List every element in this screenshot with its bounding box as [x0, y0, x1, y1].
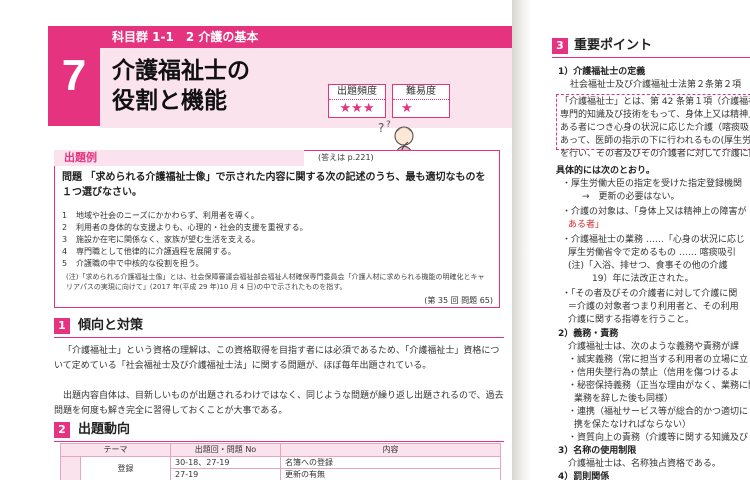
- exam-options: 1 地域や社会のニーズにかかわらず、利用者を導く。 2 利用者の身体的な支援よりも、…: [62, 210, 492, 270]
- key-point-line: 介護に関する指導を行うこと。: [568, 315, 695, 325]
- key-point-line: 4）罰則関係: [558, 472, 610, 480]
- section1-rule: [54, 337, 504, 338]
- key-point-line: ・「その者及びその介護者に対して介護に関: [562, 289, 738, 299]
- right-page: 3 重要ポイント 1）介護福祉士の定義社会福祉士及び介護福祉士法第２条第２項 「介…: [530, 0, 750, 480]
- exam-question: 問題 「求められる介護福祉士像」で示された内容に関する次の記述のうち、最も適切な…: [62, 172, 486, 198]
- key-point-line: → 更新の必要はない。: [582, 192, 680, 202]
- section2-number: 2: [54, 422, 70, 438]
- key-point-line: 3）名称の使用制限: [558, 446, 637, 456]
- table-cell: 名簿への登録: [280, 456, 501, 469]
- exam-option: 1 地域や社会のニーズにかかわらず、利用者を導く。: [62, 211, 259, 220]
- key-point-line: ＝介護の対象者つまり利用者と、その利用: [568, 302, 739, 312]
- key-point-line: 業務を辞した後も同様）: [574, 394, 674, 404]
- difficulty-label: 難易度: [393, 85, 449, 100]
- table-header: 出題回・問題 No: [170, 443, 281, 457]
- exam-option: 2 利用者の身体的な支援よりも、心理的・社会的支援を重視する。: [62, 223, 308, 232]
- section2-rule: [54, 441, 504, 442]
- trend-table: テーマ 出題回・問題 No 内容 登録 30-18、27-19 名簿への登録 2…: [60, 443, 501, 480]
- key-point-line: 介護福祉士は、名称独占資格である。: [568, 459, 721, 469]
- table-cell: 登録: [80, 456, 171, 480]
- difficulty-box: 難易度 ★: [392, 84, 450, 118]
- exam-option: 4 専門職として他律的に介護過程を展開する。: [62, 247, 236, 256]
- left-page: 7 科目群 1-1 2 介護の基本 介護福祉士の 役割と機能 出題頻度 ★★★ …: [0, 0, 515, 480]
- svg-text:?: ?: [378, 121, 384, 135]
- key-point-line: 1）介護福祉士の定義: [558, 67, 646, 77]
- section3-rule: [552, 57, 750, 58]
- chapter-title-line2: 役割と機能: [112, 88, 227, 114]
- table-header: 内容: [280, 443, 501, 457]
- key-point-line: ・資質向上の責務（介護等に関する知識及び: [568, 433, 749, 443]
- key-point-line: あって、医師の指示の下に行われるもの(厚生労働省令: [560, 136, 750, 146]
- section1-paragraph1: 「介護福祉士」という資格の理解は、この資格取得を目指す者には必須であるため、「介…: [54, 346, 500, 371]
- table-row: 登録 30-18、27-19 名簿への登録: [60, 456, 501, 480]
- key-point-line: 「介護福祉士」とは、第 42 条第１項（介護福祉士登録: [560, 97, 750, 107]
- section3-title: 重要ポイント: [574, 38, 653, 53]
- exam-option: 3 施設か在宅に関係なく、家族が望む生活を支える。: [62, 235, 260, 244]
- table-cell: 27-19: [170, 468, 281, 480]
- book-spine: [512, 0, 532, 480]
- table-header-row: テーマ 出題回・問題 No 内容: [60, 443, 501, 457]
- section1-title: 傾向と対策: [78, 318, 144, 333]
- key-point-line: ・信用失墜行為の禁止（信用を傷つけるよ: [568, 368, 740, 378]
- key-point-line: ・介護福祉士の業務 ……「心身の状況に応じ: [562, 235, 745, 245]
- exam-note: (注)「求められる介護福祉士像」とは、社会保障審議会福祉部会福祉人材確保専門委員…: [66, 273, 485, 291]
- section3-number: 3: [552, 38, 568, 54]
- key-point-line: ・誠実義務（常に担当する利用者の立場に立: [568, 355, 749, 365]
- frequency-label: 出題頻度: [329, 85, 385, 100]
- key-point-line: ・秘密保持義務（正当な理由がなく、業務に関: [568, 381, 750, 391]
- key-point-line: ある者につき心身の状況に応じた介護（喀痰吸引その: [560, 123, 750, 133]
- table-cell: [60, 456, 81, 480]
- chapter-title-line1: 介護福祉士の: [112, 58, 250, 84]
- difficulty-stars: ★: [401, 101, 413, 116]
- chapter-title: 介護福祉士の 役割と機能: [112, 56, 312, 116]
- table-cell: 更新の有無: [280, 468, 501, 480]
- table-header: テーマ: [60, 443, 171, 457]
- key-point-line: 具体的には次のとおり。: [556, 166, 655, 176]
- key-point-line: 厚生労働省令で定めるもの …… 喀痰吸引: [568, 248, 736, 258]
- key-point-line: 携を保たなければならない）: [574, 420, 692, 430]
- key-point-line: ・介護の対象は、「身体上又は精神上の障害が: [562, 207, 747, 217]
- frequency-box: 出題頻度 ★★★: [328, 84, 386, 118]
- answer-reference: (答えは p.221): [318, 153, 374, 162]
- section1-number: 1: [54, 318, 70, 334]
- key-point-line: ・連携（福祉サービス等が総合的かつ適切に: [568, 407, 749, 417]
- table-cell: 30-18、27-19: [170, 456, 281, 469]
- frequency-stars: ★★★: [339, 101, 375, 116]
- subject-label: 科目群 1-1 2 介護の基本: [112, 30, 259, 44]
- key-point-line: ある者」: [568, 220, 605, 230]
- section2-title: 出題動向: [78, 422, 131, 437]
- key-point-line: ・厚生労働大臣の指定を受けた指定登録機関: [562, 179, 743, 189]
- svg-text:?: ?: [386, 120, 391, 130]
- key-point-line: 19）年に法改正された。: [592, 274, 694, 284]
- exam-source: (第 35 回 問題 65): [424, 296, 493, 305]
- key-point-line: 介護福祉士は、次のような義務や責務が課: [568, 342, 740, 352]
- section1-paragraph2: 出題内容自体は、目新しいものが出題されるわけではなく、同じような問題が繰り返し出…: [54, 391, 504, 416]
- key-point-line: 社会福祉士及び介護福祉士法第２条第２項: [570, 80, 742, 90]
- exam-option: 5 介護職の中で中核的な役割を担う。: [62, 259, 204, 268]
- exam-example-label: 出題例: [64, 151, 97, 164]
- chapter-number: 7: [61, 51, 87, 100]
- key-point-line: を行い、その者及びその介護者に対して介護に関する: [560, 149, 750, 159]
- key-point-line: (注)「入浴、排せつ、食事その他の介護: [568, 261, 728, 271]
- key-point-line: 専門的知識及び技術をもって、身体上又は精神上の障: [560, 110, 750, 120]
- key-point-line: 2）義務・責務: [558, 329, 619, 339]
